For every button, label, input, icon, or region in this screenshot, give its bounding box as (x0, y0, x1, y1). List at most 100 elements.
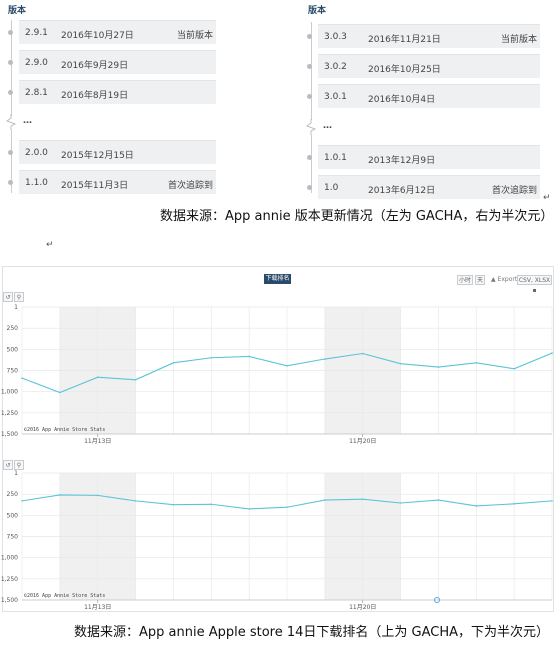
version-number: 1.1.0 (25, 178, 48, 188)
left-version-row[interactable]: 2.0.0 2015年12月15日 (8, 140, 216, 164)
timeline-dot-icon (307, 64, 312, 69)
version-date: 2016年8月19日 (61, 91, 129, 101)
version-date: 2015年12月15日 (61, 151, 134, 161)
export-icon: ▲ (491, 276, 496, 283)
data-point (437, 366, 440, 368)
lock-icon: ▪ (532, 287, 537, 294)
caption-top: 数据来源：App annie 版本更新情况（左为 GACHA，右为半次元） (160, 209, 554, 224)
data-point (59, 494, 61, 496)
caption-bottom: 数据来源：App annie Apple store 14日下载排名（上为 GA… (74, 625, 550, 640)
version-number: 1.0.1 (324, 153, 347, 163)
y-tick-label: 500 (7, 512, 19, 519)
version-number: 2.0.0 (25, 148, 48, 158)
timeline-break-icon (305, 119, 317, 135)
timeline-break-icon (5, 114, 17, 130)
version-date: 2013年6月12日 (368, 186, 436, 196)
timeline-dot-icon (8, 180, 13, 185)
data-point (286, 364, 288, 367)
y-tick-label: 1 (14, 304, 18, 311)
right-version-row[interactable]: 1.0 2013年6月12日 首次追踪到 (307, 175, 540, 199)
data-point (96, 494, 99, 497)
version-date: 2016年10月4日 (368, 95, 436, 105)
data-point (551, 352, 553, 354)
left-version-row[interactable]: 1.1.0 2015年11月3日 首次追踪到 (8, 170, 216, 194)
data-point (324, 499, 326, 501)
left-version-row[interactable]: 2.9.0 2016年9月29日 (8, 50, 216, 74)
data-point (399, 502, 402, 504)
data-point (134, 500, 137, 502)
version-number: 2.8.1 (25, 88, 48, 98)
csv-xlsx-button[interactable]: CSV, XLSX ▪ (517, 275, 552, 294)
y-tick-label: 1 (14, 470, 18, 477)
scroll-handle-icon[interactable] (434, 597, 440, 603)
right-version-row[interactable]: 3.0.1 2016年10月4日 (307, 84, 540, 108)
version-number: 2.9.1 (25, 28, 48, 38)
left-version-row[interactable]: 2.9.1 2016年10月27日 当前版本 (8, 20, 216, 44)
data-point (475, 505, 478, 507)
data-point (210, 503, 213, 506)
banciyuan-rank-chart: 1 250 500 750 1,000 1,250 1,500 11月13日 11月20日 ©20… (1, 470, 553, 611)
right-version-row[interactable]: 1.0.1 2013年12月9日 (307, 145, 540, 169)
export-label-wrap[interactable]: ▲ Export (491, 276, 517, 283)
data-point (248, 508, 250, 510)
data-point (172, 503, 175, 506)
version-date: 2016年11月21日 (368, 35, 441, 45)
y-tick-label: 750 (7, 534, 19, 541)
left-version-row[interactable]: 2.8.1 2016年8月19日 (8, 80, 216, 104)
x-tick-label: 11月13日 (84, 604, 111, 611)
data-point (551, 500, 553, 502)
version-date: 2015年11月3日 (61, 181, 129, 191)
data-point (513, 503, 515, 505)
right-version-heading: 版本 (308, 6, 327, 16)
timeline-dot-icon (307, 155, 312, 160)
data-point (513, 367, 515, 370)
version-note: 首次追踪到 (167, 181, 213, 191)
left-version-heading: 版本 (8, 6, 27, 16)
y-tick-label: 1,000 (1, 389, 18, 396)
timeline-dot-icon (8, 60, 13, 65)
y-tick-label: 1,500 (1, 597, 18, 604)
data-point (96, 376, 99, 379)
right-timeline-line-lower (311, 135, 312, 193)
data-point (399, 362, 402, 365)
version-number: 3.0.3 (324, 32, 347, 42)
data-point (437, 499, 440, 501)
data-point (210, 356, 213, 359)
y-tick-label: 250 (7, 325, 19, 332)
timeline-dot-icon (8, 30, 13, 35)
version-date: 2016年10月25日 (368, 65, 441, 75)
y-tick-label: 1,250 (1, 410, 18, 417)
y-tick-label: 250 (7, 491, 19, 498)
x-tick-label: 11月13日 (84, 438, 111, 445)
version-date: 2013年12月9日 (368, 156, 436, 166)
return-mark: ↵ (46, 240, 54, 250)
hour-button[interactable]: 小时 (457, 275, 473, 285)
data-point (324, 358, 326, 360)
version-number: 3.0.2 (324, 62, 347, 72)
version-date: 2016年10月27日 (61, 31, 134, 41)
version-number: 1.0 (324, 183, 339, 193)
data-point (286, 506, 288, 509)
right-version-row[interactable]: 3.0.3 2016年11月21日 当前版本 (307, 24, 540, 48)
data-point (21, 377, 23, 379)
data-point (172, 362, 175, 364)
right-version-row[interactable]: 3.0.2 2016年10月25日 (307, 54, 540, 78)
tab-download-rank[interactable]: 下载排名 (264, 274, 291, 284)
x-tick-label: 11月20日 (349, 438, 376, 445)
version-note: 首次追踪到 (491, 186, 537, 196)
timeline-dot-icon (8, 90, 13, 95)
data-point (361, 352, 364, 355)
day-button[interactable]: 天 (475, 275, 485, 285)
version-number: 2.9.0 (25, 58, 48, 68)
data-point (361, 498, 364, 500)
data-point (475, 362, 478, 364)
timeline-dot-icon (307, 185, 312, 190)
timeline-dot-icon (307, 94, 312, 99)
timeline-dot-icon (307, 34, 312, 39)
y-tick-label: 750 (7, 368, 19, 375)
y-tick-label: 1,000 (1, 555, 18, 562)
right-ellipsis: … (323, 121, 332, 131)
y-tick-label: 500 (7, 346, 19, 353)
csv-xlsx-label: CSV, XLSX (518, 277, 551, 284)
return-mark: ↵ (543, 193, 551, 203)
